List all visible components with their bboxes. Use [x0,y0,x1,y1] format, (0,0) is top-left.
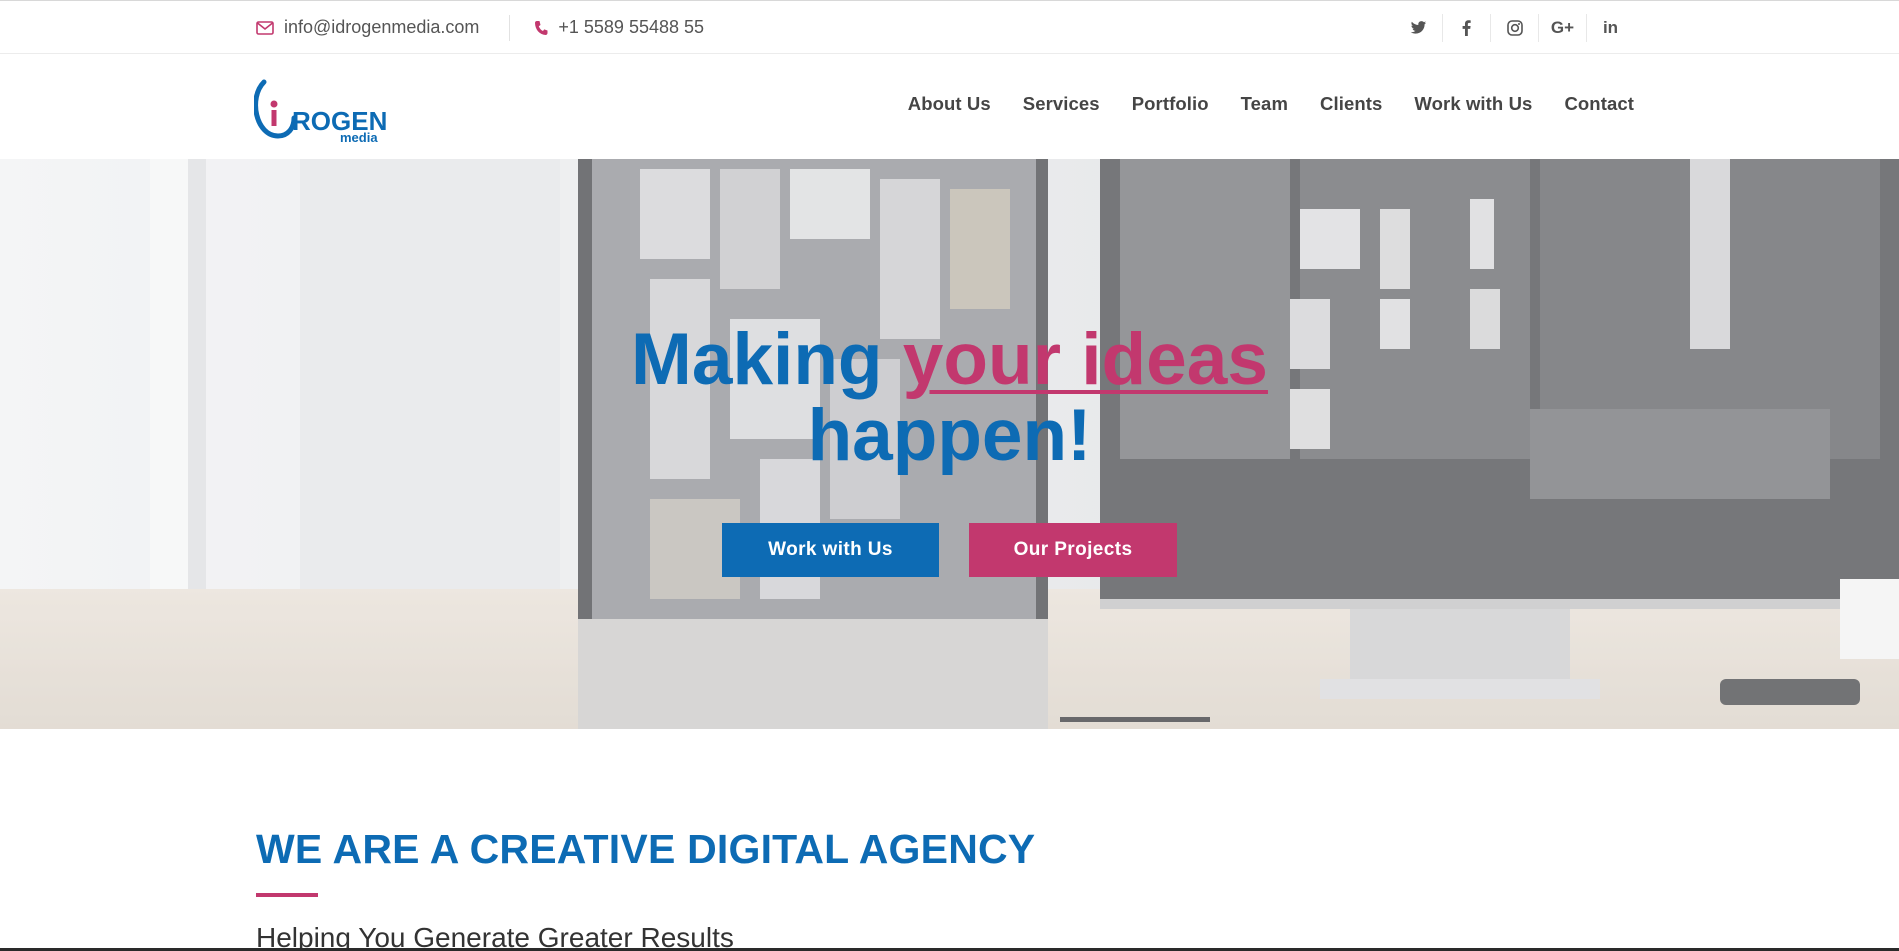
our-projects-button[interactable]: Our Projects [969,523,1177,577]
hero-title-accent: your ideas [902,319,1268,400]
contact-info: info@idrogenmedia.com +1 5589 55488 55 [256,1,704,54]
svg-text:media: media [340,130,378,142]
nav-team[interactable]: Team [1241,93,1288,115]
nav-portfolio[interactable]: Portfolio [1132,93,1209,115]
phone-icon [534,20,548,36]
site-header: ROGEN media About Us Services Portfolio … [0,54,1899,159]
facebook-icon[interactable] [1442,13,1490,42]
main-nav: About Us Services Portfolio Team Clients… [908,54,1634,154]
social-links: G+ in [1394,1,1634,54]
section-heading: WE ARE A CREATIVE DIGITAL AGENCY [256,826,1036,872]
envelope-icon [256,20,274,35]
nav-services[interactable]: Services [1023,93,1100,115]
instagram-icon[interactable] [1490,13,1538,42]
top-bar: info@idrogenmedia.com +1 5589 55488 55 G… [0,0,1899,54]
linkedin-icon[interactable]: in [1586,13,1634,42]
nav-contact[interactable]: Contact [1564,93,1634,115]
nav-work-with-us[interactable]: Work with Us [1414,93,1532,115]
work-with-us-button[interactable]: Work with Us [722,523,939,577]
heading-underline [256,893,318,897]
hero-title-start: Making [631,319,903,400]
google-plus-icon[interactable]: G+ [1538,13,1586,42]
idrogen-logo[interactable]: ROGEN media [253,76,387,145]
phone-contact[interactable]: +1 5589 55488 55 [534,17,704,38]
twitter-icon[interactable] [1394,14,1442,42]
hero-title: Making your ideas happen! [0,322,1899,474]
hero-section: Making your ideas happen! Work with Us O… [0,159,1899,729]
nav-about-us[interactable]: About Us [908,93,991,115]
contact-divider [509,14,511,41]
email-text[interactable]: info@idrogenmedia.com [284,17,479,38]
phone-text[interactable]: +1 5589 55488 55 [558,17,704,38]
nav-clients[interactable]: Clients [1320,93,1382,115]
section-subheading: Helping You Generate Greater Results [256,922,734,951]
hero-title-end: happen! [807,395,1092,476]
email-contact[interactable]: info@idrogenmedia.com [256,17,479,38]
